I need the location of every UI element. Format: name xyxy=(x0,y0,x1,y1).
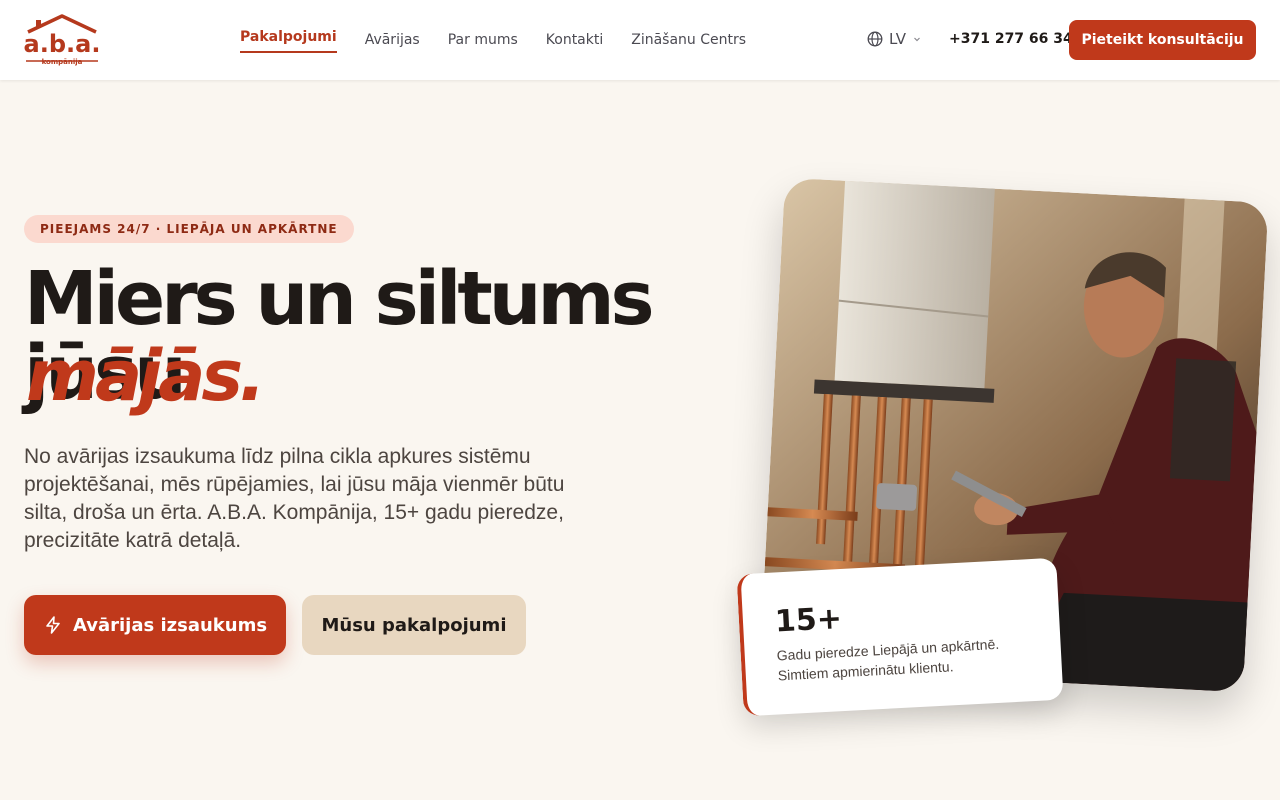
company-logo[interactable]: a.b.a. kompānija xyxy=(24,14,100,66)
site-header: a.b.a. kompānija Pakalpojumi Avārijas Pa… xyxy=(0,0,1280,80)
emergency-call-button[interactable]: Avārijas izsaukums xyxy=(24,595,286,655)
logo-subtext: kompānija xyxy=(42,58,83,66)
nav-item-zinasanu-centrs[interactable]: Zināšanu Centrs xyxy=(631,26,746,54)
language-label: LV xyxy=(889,30,906,48)
logo-text: a.b.a. xyxy=(24,30,100,58)
nav-item-avarijas[interactable]: Avārijas xyxy=(365,26,420,54)
language-selector[interactable]: LV xyxy=(867,30,922,48)
hero-title-accent: mājās. xyxy=(26,335,266,417)
globe-icon xyxy=(867,31,883,47)
services-button[interactable]: Mūsu pakalpojumi xyxy=(302,595,526,655)
chevron-down-icon xyxy=(914,37,920,42)
main-nav: Pakalpojumi Avārijas Par mums Kontakti Z… xyxy=(240,0,746,80)
nav-item-par-mums[interactable]: Par mums xyxy=(448,26,518,54)
consultation-button[interactable]: Pieteikt konsultāciju xyxy=(1069,20,1256,60)
lightning-icon xyxy=(46,616,60,634)
logo-house-icon: a.b.a. kompānija xyxy=(24,14,100,66)
availability-badge: PIEEJAMS 24/7 · LIEPĀJA UN APKĀRTNE xyxy=(24,215,354,243)
nav-item-kontakti[interactable]: Kontakti xyxy=(546,26,603,54)
hero-description: No avārijas izsaukuma līdz pilna cikla a… xyxy=(24,445,565,552)
experience-text: Gadu pieredze Liepājā un apkārtnē. Simti… xyxy=(776,635,1000,684)
experience-card: 15+ Gadu pieredze Liepājā un apkārtnē. S… xyxy=(736,557,1064,717)
emergency-call-label: Avārijas izsaukums xyxy=(72,614,268,636)
phone-link[interactable]: +371 277 66 340 xyxy=(949,31,1083,47)
nav-item-pakalpojumi[interactable]: Pakalpojumi xyxy=(240,23,337,53)
